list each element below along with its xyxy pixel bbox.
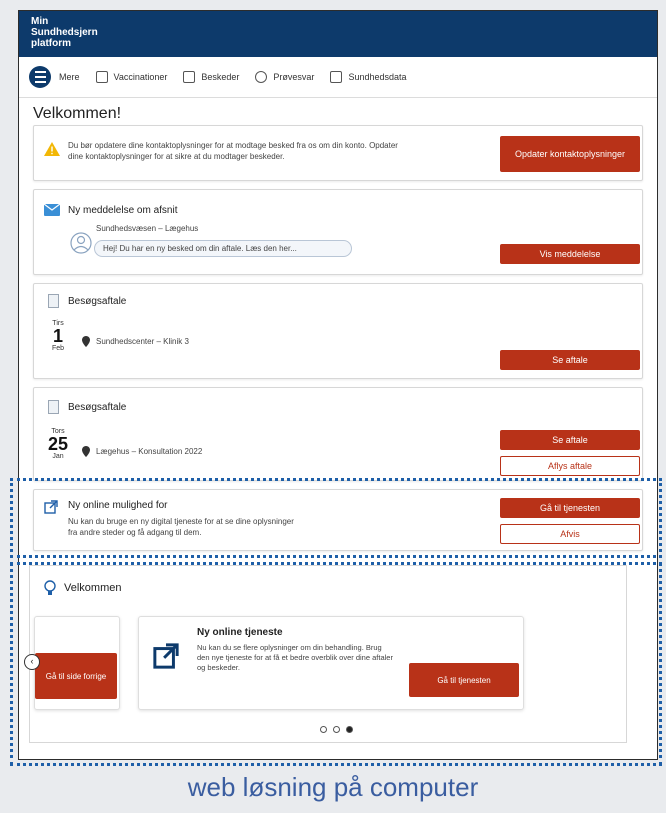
- appointment-location: Lægehus – Konsultation 2022: [96, 447, 203, 456]
- caption: web løsning på computer: [187, 772, 479, 802]
- logo-line-1: Min: [31, 16, 49, 27]
- date-block: Tors 25 Jan: [46, 428, 70, 460]
- message-icon: [183, 71, 196, 83]
- app-header: Min Sundhedsjern platform: [19, 11, 657, 57]
- highlight-outline: [10, 562, 662, 766]
- date-month: Jan: [52, 453, 64, 460]
- date-block: Tirs 1 Feb: [46, 320, 70, 352]
- document-icon: [48, 294, 59, 308]
- nav-item-health-data[interactable]: Sundhedsdata: [330, 71, 407, 83]
- location-pin-icon: [82, 446, 90, 457]
- nav-label: Prøvesvar: [273, 72, 315, 82]
- nav-item-messages[interactable]: Beskeder: [183, 71, 239, 83]
- view-appointment-button[interactable]: Se aftale: [500, 350, 640, 370]
- menu-icon[interactable]: [29, 66, 51, 88]
- alert-text: Du bør opdatere dine kontaktoplysninger …: [68, 140, 498, 162]
- appointment-location: Sundhedscenter – Klinik 3: [96, 337, 189, 346]
- nav-item-vaccinations[interactable]: Vaccinationer: [95, 71, 168, 83]
- message-preview[interactable]: Hej! Du har en ny besked om din aftale. …: [94, 240, 352, 257]
- warning-icon: [44, 142, 60, 156]
- nav-bar: Mere Vaccinationer Beskeder Prøvesvar Su…: [19, 57, 657, 98]
- date-day: 25: [47, 434, 69, 454]
- nav-label: Sundhedsdata: [348, 72, 407, 82]
- document-icon: [48, 400, 59, 414]
- mail-icon: [44, 204, 60, 216]
- avatar-icon: [70, 232, 92, 254]
- alert-text-line-2: dine kontaktoplysninger for at sikre at …: [68, 152, 285, 161]
- alert-text-line-1: Du bør opdatere dine kontaktoplysninger …: [68, 141, 398, 150]
- appointment-card: Besøgsaftale Tirs 1 Feb Sundhedscenter –…: [33, 283, 643, 379]
- nav-label: Mere: [59, 72, 80, 82]
- date-month: Feb: [51, 345, 65, 352]
- nav-label: Beskeder: [201, 72, 240, 82]
- card-title: Ny meddelelse om afsnit: [68, 205, 178, 216]
- view-appointment-button[interactable]: Se aftale: [500, 430, 640, 450]
- calendar-icon: [95, 71, 108, 83]
- page-title: Velkommen!: [33, 105, 122, 122]
- nav-item-more[interactable]: Mere: [59, 72, 80, 82]
- app-logo[interactable]: Min Sundhedsjern platform: [31, 16, 98, 49]
- message-card: Ny meddelelse om afsnit Sundhedsvæsen – …: [33, 189, 643, 275]
- nav-item-results[interactable]: Prøvesvar: [255, 71, 314, 83]
- appointment-card: Besøgsaftale Tors 25 Jan Lægehus – Konsu…: [33, 387, 643, 481]
- flask-icon: [255, 71, 268, 83]
- message-sender: Sundhedsvæsen – Lægehus: [96, 224, 199, 233]
- update-contact-button[interactable]: Opdater kontaktoplysninger: [500, 136, 640, 172]
- document-icon: [330, 71, 343, 83]
- nav-label: Vaccinationer: [113, 72, 168, 82]
- logo-line-2: Sundhedsjern: [31, 27, 98, 38]
- location-pin-icon: [82, 336, 90, 347]
- highlight-outline: [10, 478, 662, 558]
- card-title: Besøgsaftale: [68, 296, 127, 307]
- card-title: Besøgsaftale: [68, 402, 127, 413]
- show-message-button[interactable]: Vis meddelelse: [500, 244, 640, 264]
- alert-card: Du bør opdatere dine kontaktoplysninger …: [33, 125, 643, 181]
- date-day: 1: [52, 326, 63, 346]
- cancel-appointment-button[interactable]: Aflys aftale: [500, 456, 640, 476]
- logo-line-3: platform: [31, 38, 71, 49]
